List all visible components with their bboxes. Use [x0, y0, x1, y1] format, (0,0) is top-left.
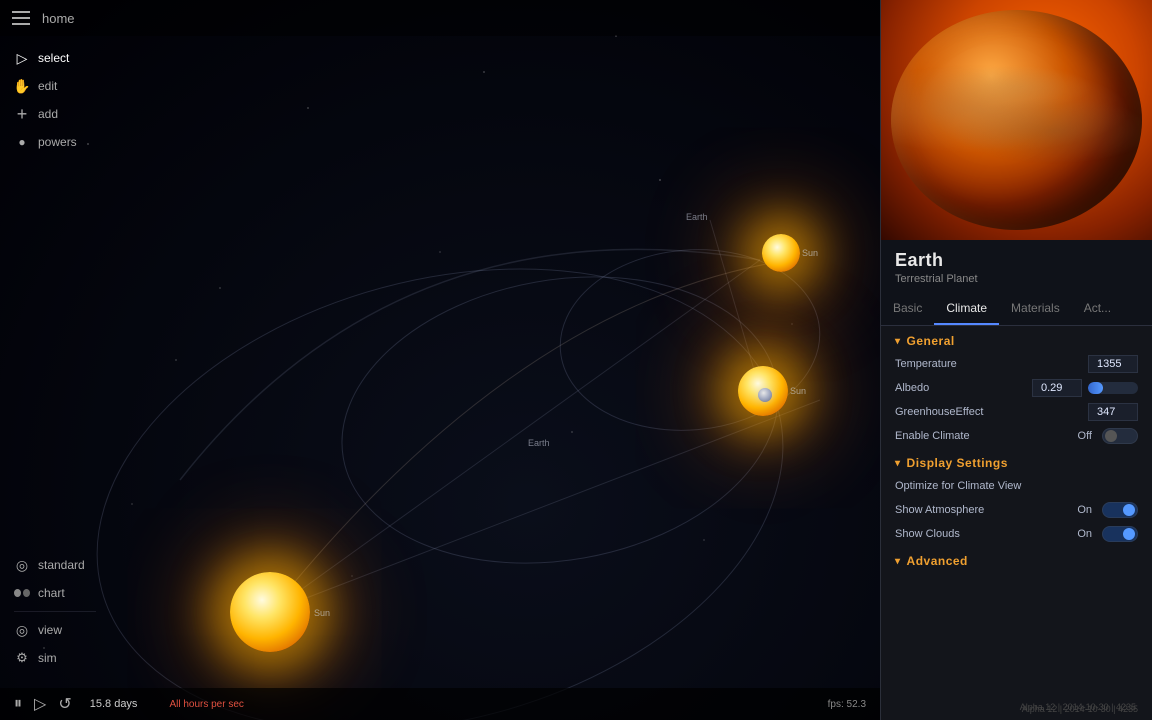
home-link[interactable]: home	[42, 11, 75, 26]
planet-type: Terrestrial Planet	[895, 273, 1138, 285]
orbital-paths	[0, 0, 880, 720]
general-label: General	[907, 334, 955, 348]
greenhouse-row: GreenhouseEffect 347	[881, 400, 1152, 424]
menu-line-1	[12, 11, 30, 13]
powers-label: powers	[38, 135, 77, 149]
time-display: 15.8 days	[90, 698, 138, 710]
show-atmosphere-switch[interactable]	[1102, 502, 1138, 518]
sun-1-label: Sun	[314, 608, 330, 618]
standard-label: standard	[38, 558, 85, 572]
sun-2-label: Sun	[790, 386, 806, 396]
menu-line-2	[12, 17, 30, 19]
advanced-chevron: ▾	[895, 556, 901, 567]
show-clouds-label: Show Clouds	[895, 528, 1077, 540]
greenhouse-value[interactable]: 347	[1088, 403, 1138, 421]
topbar: home	[0, 0, 880, 36]
menu-button[interactable]	[12, 11, 30, 25]
tab-materials[interactable]: Materials	[999, 293, 1072, 325]
edit-label: edit	[38, 79, 57, 93]
show-atmosphere-label: Show Atmosphere	[895, 504, 1077, 516]
temperature-row: Temperature 1355	[881, 352, 1152, 376]
greenhouse-label: GreenhouseEffect	[895, 406, 1088, 418]
sim-label: sim	[38, 651, 57, 665]
temperature-label: Temperature	[895, 358, 1088, 370]
tool-standard[interactable]: ◎ standard	[0, 551, 110, 579]
edit-icon: ✋	[14, 78, 30, 94]
chart-label: chart	[38, 586, 65, 600]
tool-select[interactable]: ▷ select	[0, 44, 110, 72]
earth-planet-small	[758, 388, 772, 402]
pause-button[interactable]: ⏸	[14, 695, 22, 713]
fps-display: fps: 52.3	[828, 699, 866, 710]
show-clouds-switch[interactable]	[1102, 526, 1138, 542]
standard-icon: ◎	[14, 557, 30, 573]
add-label: add	[38, 107, 58, 121]
planet-preview	[881, 0, 1152, 240]
chart-icon	[14, 585, 30, 601]
albedo-label: Albedo	[895, 382, 1032, 394]
add-icon: +	[14, 106, 30, 122]
show-atmosphere-toggle-label: On	[1077, 504, 1092, 516]
tool-edit[interactable]: ✋ edit	[0, 72, 110, 100]
lower-left-toolbar: ◎ standard chart ◎ view ⚙ sim	[0, 543, 110, 680]
planet-header: Earth Terrestrial Planet	[881, 240, 1152, 293]
show-atmosphere-toggle-group: On	[1077, 502, 1138, 518]
speed-indicator: All hours per sec	[169, 699, 243, 710]
enable-climate-switch[interactable]	[1102, 428, 1138, 444]
enable-climate-label: Enable Climate	[895, 430, 1078, 442]
enable-climate-row: Enable Climate Off	[881, 424, 1152, 448]
view-label: view	[38, 623, 62, 637]
optimize-climate-label: Optimize for Climate View	[895, 480, 1138, 492]
bottom-bar: ⏸ ▷ ↺ 15.8 days All hours per sec fps: 5…	[0, 688, 880, 720]
main-viewport[interactable]: Sun Sun Sun Earth Earth	[0, 0, 880, 720]
section-advanced[interactable]: ▾ Advanced	[881, 546, 1152, 572]
optimize-climate-row: Optimize for Climate View	[881, 474, 1152, 498]
tab-climate[interactable]: Climate	[934, 293, 999, 325]
tool-view[interactable]: ◎ view	[0, 616, 110, 644]
panel-tabs: Basic Climate Materials Act...	[881, 293, 1152, 326]
albedo-value[interactable]: 0.29	[1032, 379, 1082, 397]
show-atmosphere-row: Show Atmosphere On	[881, 498, 1152, 522]
step-button[interactable]: ▷	[34, 694, 46, 714]
reset-button[interactable]: ↺	[58, 694, 71, 714]
section-display-settings[interactable]: ▾ Display Settings	[881, 448, 1152, 474]
albedo-slider[interactable]	[1088, 382, 1138, 394]
tool-add[interactable]: + add	[0, 100, 110, 128]
temperature-value[interactable]: 1355	[1088, 355, 1138, 373]
panel-content[interactable]: ▾ General Temperature 1355 Albedo 0.29 G…	[881, 326, 1152, 720]
menu-line-3	[12, 23, 30, 25]
view-icon: ◎	[14, 622, 30, 638]
sim-icon: ⚙	[14, 650, 30, 666]
albedo-row: Albedo 0.29	[881, 376, 1152, 400]
sun-1: Sun	[230, 572, 310, 652]
sun-3-label: Sun	[802, 248, 818, 258]
section-general[interactable]: ▾ General	[881, 326, 1152, 352]
select-icon: ▷	[14, 50, 30, 66]
select-label: select	[38, 51, 69, 65]
tab-basic[interactable]: Basic	[881, 293, 934, 325]
show-clouds-toggle-group: On	[1077, 526, 1138, 542]
show-clouds-row: Show Clouds On	[881, 522, 1152, 546]
advanced-label: Advanced	[907, 554, 968, 568]
planet-name: Earth	[895, 250, 1138, 271]
display-settings-label: Display Settings	[907, 456, 1008, 470]
tool-sim[interactable]: ⚙ sim	[0, 644, 110, 672]
albedo-slider-fill	[1088, 382, 1103, 394]
left-toolbar: ▷ select ✋ edit + add ● powers	[0, 36, 110, 164]
display-settings-chevron: ▾	[895, 458, 901, 469]
powers-icon: ●	[14, 134, 30, 150]
tab-actions[interactable]: Act...	[1072, 293, 1123, 325]
toolbar-separator	[14, 611, 96, 612]
tool-chart[interactable]: chart	[0, 579, 110, 607]
general-chevron: ▾	[895, 336, 901, 347]
tool-powers[interactable]: ● powers	[0, 128, 110, 156]
show-clouds-toggle-label: On	[1077, 528, 1092, 540]
enable-climate-toggle-label: Off	[1078, 430, 1092, 442]
enable-climate-toggle-group: Off	[1078, 428, 1138, 444]
sun-3: Sun	[762, 234, 800, 272]
right-panel: Earth Terrestrial Planet Basic Climate M…	[880, 0, 1152, 720]
